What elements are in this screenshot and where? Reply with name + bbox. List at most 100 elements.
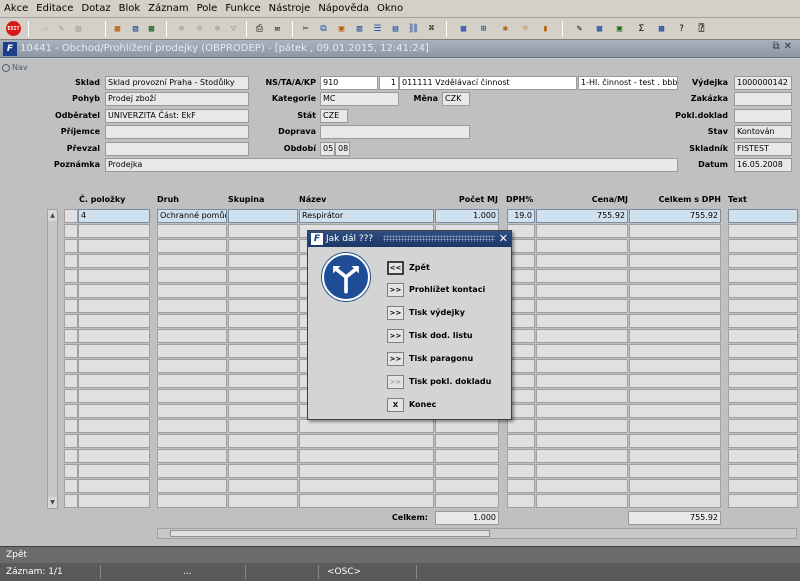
cell-skupina[interactable] (228, 344, 298, 358)
cell-celkem[interactable] (629, 269, 721, 283)
cell-cena[interactable] (536, 449, 628, 463)
menu-okno[interactable]: Okno (377, 3, 403, 14)
stat-field[interactable]: CZE (320, 109, 348, 123)
cell-cena[interactable] (536, 299, 628, 313)
cell-text[interactable] (728, 209, 798, 223)
cell-cena[interactable]: 755.92 (536, 209, 628, 223)
cell-skupina[interactable] (228, 464, 298, 478)
cell-c-polozky[interactable] (78, 404, 150, 418)
cell-text[interactable] (728, 224, 798, 238)
link-icon[interactable]: ⛓ (406, 21, 421, 36)
cell-cena[interactable] (536, 374, 628, 388)
cell-cena[interactable] (536, 269, 628, 283)
datum-field[interactable]: 16.05.2008 (734, 158, 792, 172)
row-indicator[interactable] (64, 299, 78, 313)
cell-druh[interactable] (157, 464, 227, 478)
cell-text[interactable] (728, 449, 798, 463)
cell-text[interactable] (728, 344, 798, 358)
query-run-icon[interactable]: ⊘ (192, 21, 207, 36)
cell-skupina[interactable] (228, 224, 298, 238)
cell-c-polozky[interactable] (78, 359, 150, 373)
cell-skupina[interactable] (228, 419, 298, 433)
cell-text[interactable] (728, 464, 798, 478)
cell-cena[interactable] (536, 434, 628, 448)
cell-celkem[interactable] (629, 419, 721, 433)
cell-skupina[interactable] (228, 269, 298, 283)
cut-icon[interactable]: ✂ (298, 21, 313, 36)
cell-druh[interactable] (157, 359, 227, 373)
cell-cena[interactable] (536, 239, 628, 253)
stav-field[interactable]: Kontován (734, 125, 792, 139)
book-icon[interactable]: ▮ (538, 21, 553, 36)
tisk-pokl-dokladu-button[interactable]: >> (387, 375, 404, 389)
cell-dph[interactable] (507, 419, 535, 433)
cell-druh[interactable] (157, 494, 227, 508)
cell-druh[interactable] (157, 299, 227, 313)
cell-c-polozky[interactable] (78, 494, 150, 508)
cell-druh[interactable] (157, 479, 227, 493)
zpet-button[interactable]: << (387, 261, 404, 275)
cell-text[interactable] (728, 374, 798, 388)
row-indicator[interactable] (64, 449, 78, 463)
cell-pocet[interactable] (435, 464, 499, 478)
menu-editace[interactable]: Editace (36, 3, 73, 14)
obdobi-year-field[interactable]: 08 (335, 142, 350, 156)
cell-druh[interactable] (157, 389, 227, 403)
cell-text[interactable] (728, 329, 798, 343)
cell-skupina[interactable] (228, 434, 298, 448)
cell-c-polozky[interactable] (78, 269, 150, 283)
doprava-field[interactable] (320, 125, 470, 139)
network-icon[interactable]: ⊞ (476, 21, 491, 36)
cell-c-polozky[interactable] (78, 239, 150, 253)
row-indicator[interactable] (64, 329, 78, 343)
cell-cena[interactable] (536, 314, 628, 328)
cell-skupina[interactable] (228, 359, 298, 373)
settings-icon[interactable]: ✱ (498, 21, 513, 36)
help-icon[interactable]: ? (674, 21, 689, 36)
pohyb-field[interactable]: Prodej zboží (105, 92, 249, 106)
row-indicator[interactable] (64, 209, 78, 223)
cell-cena[interactable] (536, 389, 628, 403)
cell-skupina[interactable] (228, 299, 298, 313)
cell-cena[interactable] (536, 359, 628, 373)
cell-cena[interactable] (536, 284, 628, 298)
mena-field[interactable]: CZK (442, 92, 470, 106)
cell-pocet[interactable] (435, 479, 499, 493)
cell-c-polozky[interactable] (78, 389, 150, 403)
menu-akce[interactable]: Akce (4, 3, 28, 14)
cell-cena[interactable] (536, 464, 628, 478)
cell-skupina[interactable] (228, 254, 298, 268)
cell-celkem[interactable] (629, 284, 721, 298)
cell-celkem[interactable] (629, 389, 721, 403)
cell-text[interactable] (728, 434, 798, 448)
row-indicator[interactable] (64, 479, 78, 493)
cell-text[interactable] (728, 359, 798, 373)
cell-c-polozky[interactable]: 4 (78, 209, 150, 223)
menu-nastroje[interactable]: Nástroje (269, 3, 311, 14)
edit-record-icon[interactable]: ✎ (572, 21, 587, 36)
records-icon[interactable]: ▤ (388, 21, 403, 36)
cell-skupina[interactable] (228, 494, 298, 508)
cell-celkem[interactable] (629, 494, 721, 508)
edit-icon[interactable]: ✎ (54, 21, 69, 36)
cell-c-polozky[interactable] (78, 419, 150, 433)
cell-text[interactable] (728, 314, 798, 328)
cell-nazev[interactable] (299, 419, 434, 433)
cell-celkem[interactable] (629, 329, 721, 343)
row-indicator[interactable] (64, 389, 78, 403)
cell-pocet[interactable] (435, 419, 499, 433)
cell-pocet[interactable]: 1.000 (435, 209, 499, 223)
cell-text[interactable] (728, 284, 798, 298)
cell-c-polozky[interactable] (78, 224, 150, 238)
prevzal-field[interactable] (105, 142, 249, 156)
menu-dotaz[interactable]: Dotaz (81, 3, 110, 14)
sklad-field[interactable]: Sklad provozní Praha - Stodůlky (105, 76, 249, 90)
row-indicator[interactable] (64, 404, 78, 418)
print-preview-icon[interactable]: ▤ (71, 21, 86, 36)
row-indicator[interactable] (64, 464, 78, 478)
cell-text[interactable] (728, 269, 798, 283)
cell-skupina[interactable] (228, 329, 298, 343)
cell-druh[interactable] (157, 344, 227, 358)
cell-skupina[interactable] (228, 374, 298, 388)
cell-dph[interactable] (507, 449, 535, 463)
